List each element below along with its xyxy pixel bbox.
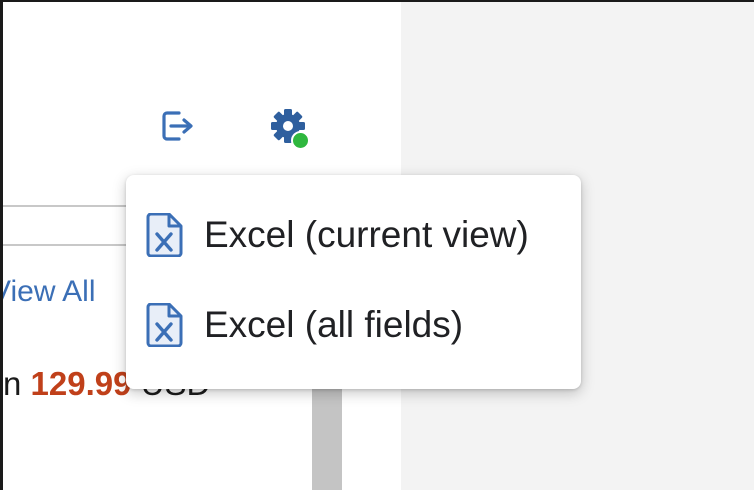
divider [3, 244, 127, 246]
export-menu: Excel (current view) Excel (all fields) [126, 175, 581, 389]
settings-button[interactable] [262, 100, 314, 152]
excel-file-icon [146, 213, 183, 257]
price-prefix: n [3, 365, 22, 402]
menu-item-excel-current-view[interactable]: Excel (current view) [126, 195, 581, 275]
export-button[interactable] [155, 104, 203, 148]
menu-item-label: Excel (all fields) [204, 304, 464, 345]
view-all-link[interactable]: View All [3, 272, 96, 312]
menu-item-label: Excel (current view) [204, 214, 529, 255]
menu-item-excel-all-fields[interactable]: Excel (all fields) [126, 285, 581, 365]
price-amount: 129.99 [30, 365, 132, 402]
scrollbar-thumb[interactable] [312, 388, 342, 490]
export-icon [162, 111, 193, 141]
excel-file-icon [146, 303, 183, 347]
settings-status-dot [291, 131, 310, 150]
divider [3, 205, 127, 207]
view-all-link-wrap[interactable]: View All [3, 272, 126, 312]
